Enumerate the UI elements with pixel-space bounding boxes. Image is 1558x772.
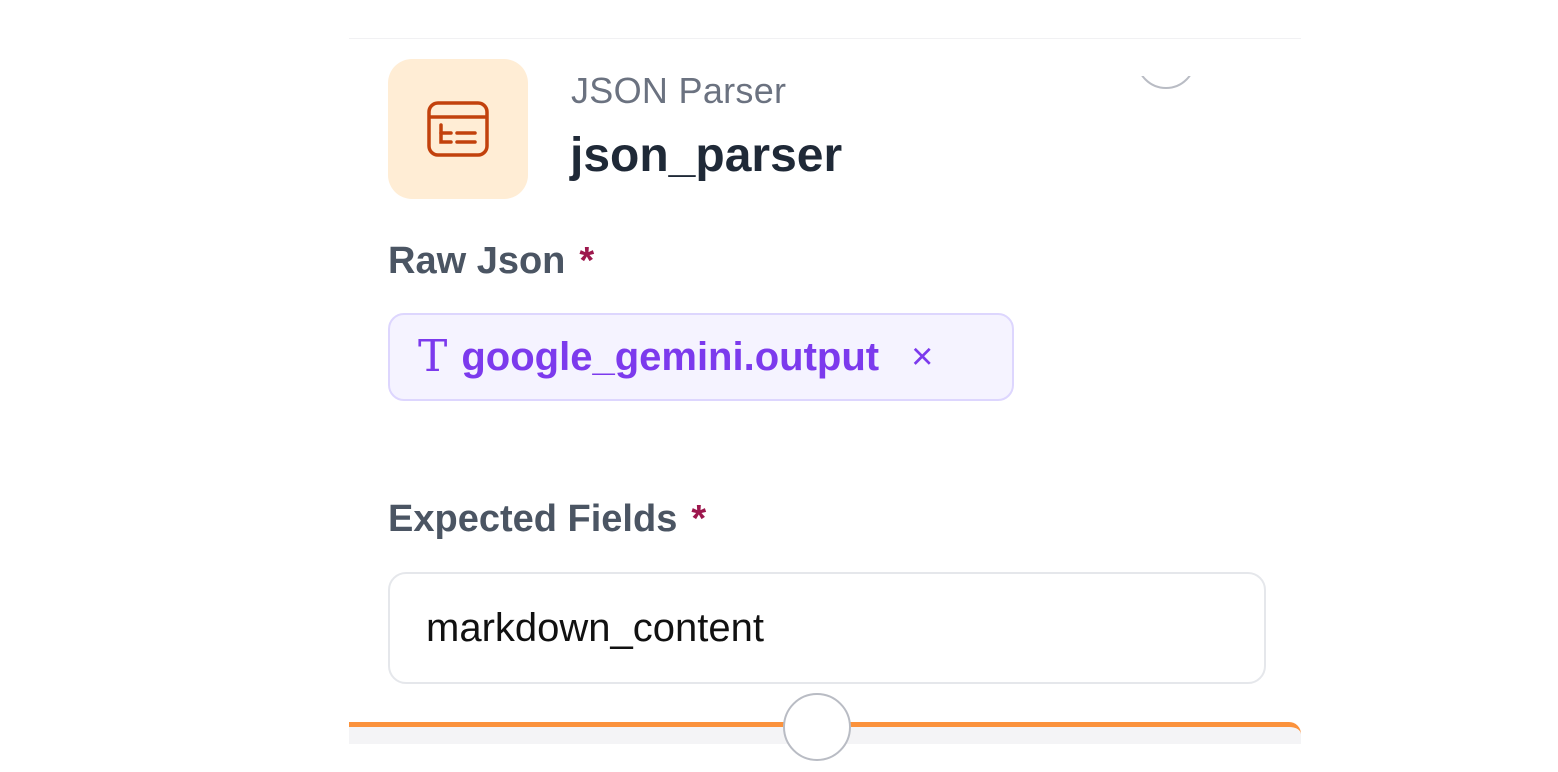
node-type-label: JSON Parser [571, 70, 787, 111]
remove-variable-icon[interactable]: × [911, 338, 933, 376]
expected-fields-input[interactable] [388, 572, 1266, 684]
text-type-icon: T [418, 331, 448, 382]
required-asterisk: * [579, 240, 595, 282]
expected-fields-label-text: Expected Fields [388, 498, 678, 540]
raw-json-label-text: Raw Json [388, 240, 566, 282]
variable-reference-text: google_gemini.output [461, 334, 880, 379]
node-icon-tile [388, 59, 528, 199]
node-name[interactable]: json_parser [570, 128, 842, 183]
json-parser-icon [427, 101, 489, 157]
raw-json-variable-chip[interactable]: T google_gemini.output × [388, 313, 1014, 401]
input-connection-handle[interactable] [1136, 76, 1196, 89]
required-asterisk: * [691, 498, 707, 540]
expected-fields-label: Expected Fields * [388, 498, 706, 541]
raw-json-label: Raw Json * [388, 240, 594, 283]
workflow-canvas: JSON Parser json_parser Raw Json * T goog… [0, 0, 1558, 772]
output-connection-handle[interactable] [783, 693, 851, 761]
